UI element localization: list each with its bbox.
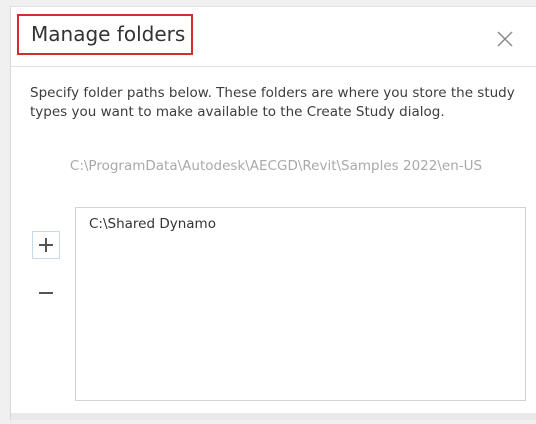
plus-icon	[39, 238, 53, 252]
manage-folders-dialog: Manage folders Specify folder paths belo…	[10, 6, 536, 420]
dialog-title: Manage folders	[17, 14, 193, 55]
dialog-header: Manage folders	[11, 7, 536, 67]
close-button[interactable]	[491, 25, 519, 53]
close-icon	[497, 31, 513, 47]
folder-list[interactable]: C:\Shared Dynamo	[75, 207, 526, 401]
dialog-footer-strip	[11, 413, 536, 420]
folder-list-item[interactable]: C:\Shared Dynamo	[89, 216, 216, 232]
add-folder-button[interactable]	[32, 231, 60, 259]
dialog-description: Specify folder paths below. These folder…	[30, 85, 515, 120]
minus-icon	[39, 292, 53, 294]
default-folder-path: C:\ProgramData\Autodesk\AECGD\Revit\Samp…	[69, 158, 483, 174]
remove-folder-button[interactable]	[32, 279, 60, 307]
